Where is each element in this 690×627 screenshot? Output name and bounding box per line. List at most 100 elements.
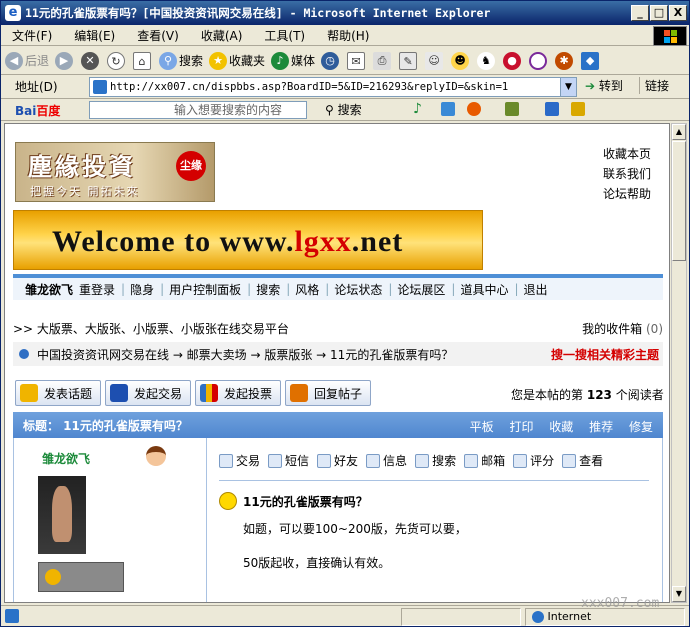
baidu-logo[interactable]: Bai百度 bbox=[15, 102, 60, 119]
menu-file[interactable]: 文件(F) bbox=[1, 27, 63, 44]
nav-relogin[interactable]: 重登录 bbox=[79, 281, 115, 298]
back-button[interactable]: ◀ 后退 bbox=[5, 51, 49, 70]
new-trade-label: 发起交易 bbox=[134, 386, 183, 401]
vertical-scrollbar[interactable]: ▲ ▼ bbox=[671, 123, 687, 603]
breadcrumb-path[interactable]: 中国投资资讯网交易在线 → 邮票大卖场 → 版票版张 → 11元的孔雀版票有吗？ bbox=[37, 346, 453, 363]
baidu-search-button[interactable]: ⚲ 搜索 bbox=[325, 101, 362, 118]
go-button[interactable]: ➔ 转到 bbox=[585, 77, 623, 94]
nav-forum-status[interactable]: 论坛状态 bbox=[334, 281, 382, 298]
address-input[interactable]: http://xx007.cn/dispbbs.asp?BoardID=5&ID… bbox=[89, 77, 577, 97]
close-button[interactable]: X bbox=[669, 5, 687, 21]
post-tool-rate[interactable]: 评分 bbox=[513, 452, 554, 469]
address-url[interactable]: http://xx007.cn/dispbbs.asp?BoardID=5&ID… bbox=[110, 81, 508, 93]
highlight-icon[interactable] bbox=[545, 102, 559, 116]
tool-print[interactable]: 打印 bbox=[509, 420, 533, 434]
new-topic-button[interactable]: 发表话题 bbox=[15, 380, 102, 406]
post-tool-friend[interactable]: 好友 bbox=[317, 452, 358, 469]
media-button[interactable]: ♪ 媒体 bbox=[271, 51, 315, 70]
tool-puzzle-button[interactable]: ◆ bbox=[581, 51, 601, 70]
welcome-banner[interactable]: Welcome to www.lgxx.net bbox=[13, 210, 483, 270]
post-tool-view[interactable]: 查看 bbox=[562, 452, 603, 469]
browser-window: e 11元的孔雀版票有吗？[中国投资资讯网交易在线] - Microsoft I… bbox=[0, 0, 690, 627]
new-poll-button[interactable]: 发起投票 bbox=[195, 380, 282, 406]
image-icon[interactable] bbox=[441, 102, 455, 116]
tool-recommend[interactable]: 推荐 bbox=[589, 420, 613, 434]
post-tool-message[interactable]: 短信 bbox=[268, 452, 309, 469]
inbox-link[interactable]: 我的收件箱 (0) bbox=[582, 320, 663, 337]
menu-edit[interactable]: 编辑(E) bbox=[63, 27, 126, 44]
nav-control-panel[interactable]: 用户控制面板 bbox=[169, 281, 241, 298]
ie-tools-icon[interactable] bbox=[571, 102, 585, 116]
post-divider bbox=[219, 480, 649, 481]
menu-help[interactable]: 帮助(H) bbox=[316, 27, 380, 44]
go-label: 转到 bbox=[598, 79, 623, 93]
forward-button[interactable]: ▶ bbox=[55, 51, 75, 70]
nav-search[interactable]: 搜索 bbox=[256, 281, 280, 298]
tool-flat[interactable]: 平板 bbox=[470, 420, 494, 434]
post-topic-icon bbox=[20, 384, 38, 402]
refresh-button[interactable]: ↻ bbox=[107, 51, 127, 70]
window-title: 11元的孔雀版票有吗？[中国投资资讯网交易在线] - Microsoft Int… bbox=[25, 6, 491, 20]
author-avatar[interactable] bbox=[38, 476, 86, 554]
tool-figure-button[interactable]: ♞ bbox=[477, 51, 497, 70]
menu-favorites[interactable]: 收藏(A) bbox=[190, 27, 254, 44]
menu-tools[interactable]: 工具(T) bbox=[253, 27, 316, 44]
favorites-button[interactable]: ★ 收藏夹 bbox=[209, 51, 265, 70]
reply-label: 回复帖子 bbox=[314, 386, 363, 401]
print-button[interactable]: ⎙ bbox=[373, 51, 393, 70]
new-topic-label: 发表话题 bbox=[44, 386, 93, 401]
address-dropdown-icon[interactable]: ▼ bbox=[560, 78, 576, 96]
links-button[interactable]: 链接 bbox=[639, 77, 669, 94]
related-topics-link[interactable]: 搜一搜相关精彩主题 bbox=[551, 346, 659, 363]
search-icon bbox=[415, 453, 430, 468]
tool-bug-button[interactable]: ✱ bbox=[555, 51, 575, 70]
post-tool-info[interactable]: 信息 bbox=[366, 452, 407, 469]
translate-icon[interactable] bbox=[505, 102, 519, 116]
nav-separator: | bbox=[514, 282, 519, 296]
new-trade-button[interactable]: 发起交易 bbox=[105, 380, 192, 406]
home-button[interactable]: ⌂ bbox=[133, 51, 153, 70]
tool-favorite[interactable]: 收藏 bbox=[549, 420, 573, 434]
music-icon[interactable]: ♪ bbox=[413, 101, 422, 117]
reply-button[interactable]: 回复帖子 bbox=[285, 380, 372, 406]
qq-button[interactable]: ☻ bbox=[451, 51, 471, 70]
author-name[interactable]: 雏龙欲飞 bbox=[42, 450, 90, 467]
mail-button[interactable]: ✉ bbox=[347, 51, 367, 70]
nav-invisible[interactable]: 隐身 bbox=[130, 281, 154, 298]
post-tool-trade[interactable]: 交易 bbox=[219, 452, 260, 469]
link-bookmark[interactable]: 收藏本页 bbox=[603, 144, 651, 164]
menu-view[interactable]: 查看(V) bbox=[126, 27, 190, 44]
edit-icon: ✎ bbox=[399, 51, 418, 70]
minimize-button[interactable]: _ bbox=[631, 5, 649, 21]
link-contact[interactable]: 联系我们 bbox=[603, 164, 651, 184]
thread-tools: 平板 打印 收藏 推荐 修复 bbox=[458, 418, 653, 435]
post-tool-mail[interactable]: 邮箱 bbox=[464, 452, 505, 469]
search-button[interactable]: ⚲ 搜索 bbox=[159, 51, 203, 70]
nav-item-center[interactable]: 道具中心 bbox=[460, 281, 508, 298]
site-logo[interactable]: 塵緣投資 把握今天 開拓未來 尘缘 bbox=[15, 142, 215, 202]
maximize-button[interactable]: □ bbox=[650, 5, 668, 21]
baidu-search-input[interactable]: 输入想要搜索的内容 bbox=[89, 101, 307, 119]
current-username[interactable]: 雏龙欲飞 bbox=[25, 281, 73, 298]
scroll-up-icon[interactable]: ▲ bbox=[672, 124, 686, 140]
nav-forum-exhibit[interactable]: 论坛展区 bbox=[397, 281, 445, 298]
messenger-button[interactable]: ☺ bbox=[425, 51, 445, 70]
nav-logout[interactable]: 退出 bbox=[524, 281, 548, 298]
nav-separator: | bbox=[286, 282, 291, 296]
tool-pot-button[interactable]: ● bbox=[503, 51, 523, 70]
tool-repair[interactable]: 修复 bbox=[629, 420, 653, 434]
scroll-down-icon[interactable]: ▼ bbox=[672, 586, 686, 602]
nav-style[interactable]: 风格 bbox=[295, 281, 319, 298]
edit-button[interactable]: ✎ bbox=[399, 51, 419, 70]
news-icon[interactable] bbox=[467, 102, 481, 116]
post-tool-view-label: 查看 bbox=[579, 454, 604, 468]
link-help[interactable]: 论坛帮助 bbox=[603, 184, 651, 204]
windows-logo-icon bbox=[653, 26, 687, 46]
scroll-thumb[interactable] bbox=[672, 141, 686, 261]
post-tool-search[interactable]: 搜索 bbox=[415, 452, 456, 469]
stop-button[interactable]: ✕ bbox=[81, 51, 101, 70]
menu-bar: 文件(F) 编辑(E) 查看(V) 收藏(A) 工具(T) 帮助(H) bbox=[1, 25, 689, 46]
tool-ring-button[interactable] bbox=[529, 51, 549, 70]
history-button[interactable]: ◷ bbox=[321, 51, 341, 70]
messenger-icon: ☺ bbox=[425, 51, 444, 70]
